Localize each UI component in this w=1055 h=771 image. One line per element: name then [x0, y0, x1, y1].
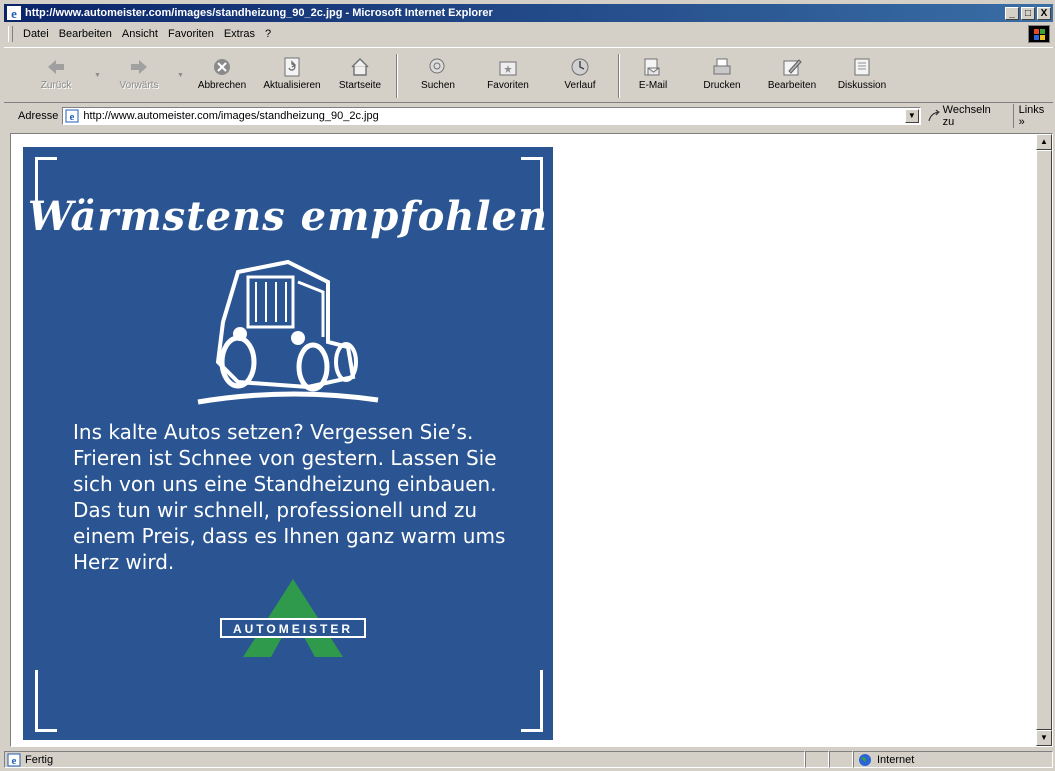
- history-button[interactable]: Verlauf: [550, 52, 610, 100]
- discussion-icon: [854, 58, 870, 76]
- edit-icon: [783, 59, 802, 76]
- minimize-button[interactable]: _: [1005, 6, 1019, 20]
- ad-image: Wärmstens empfohlen Ins kalte Autos setz…: [23, 147, 553, 740]
- corner-bracket: [35, 670, 38, 732]
- toolbar-separator: [396, 54, 398, 98]
- zone-text: Internet: [877, 753, 915, 766]
- forward-dropdown-icon[interactable]: ▼: [177, 72, 184, 79]
- page-icon: e: [65, 109, 79, 123]
- close-button[interactable]: X: [1037, 6, 1051, 20]
- search-icon: [429, 58, 445, 74]
- search-button[interactable]: Suchen: [408, 52, 468, 100]
- page-done-icon: e: [7, 753, 21, 767]
- ad-headline: Wärmstens empfohlen: [27, 193, 549, 240]
- menu-grip[interactable]: [8, 26, 13, 42]
- menu-ansicht[interactable]: Ansicht: [118, 28, 164, 40]
- menu-help[interactable]: ?: [261, 28, 277, 40]
- vintage-car-illustration: [197, 259, 379, 405]
- globe-icon: [859, 753, 871, 766]
- stop-icon: [214, 59, 230, 75]
- home-button[interactable]: Startseite: [334, 52, 386, 100]
- mail-button[interactable]: E-Mail: [626, 52, 680, 100]
- maximize-button[interactable]: □: [1021, 6, 1035, 20]
- print-button[interactable]: Drucken: [694, 52, 750, 100]
- toolbar: Zurück ▼ Vorwärts ▼ Abbrechen Aktualisie…: [4, 47, 1053, 103]
- address-label: Adresse: [18, 110, 59, 122]
- links-button[interactable]: Links »: [1012, 104, 1053, 128]
- windows-logo: [1028, 25, 1050, 43]
- browser-window: e http://www.automeister.com/images/stan…: [0, 0, 1055, 771]
- automeister-logo: AUTOMEISTER: [220, 579, 366, 657]
- svg-text:e: e: [12, 755, 17, 767]
- address-dropdown-icon[interactable]: ▼: [904, 109, 919, 123]
- corner-bracket: [35, 729, 57, 732]
- logo-text: AUTOMEISTER: [233, 622, 353, 636]
- ie-icon: e: [7, 6, 21, 20]
- window-title: http://www.automeister.com/images/standh…: [25, 7, 493, 19]
- history-icon: [571, 58, 589, 76]
- address-bar: Adresse e http://www.automeister.com/ima…: [4, 104, 1053, 128]
- vertical-scrollbar[interactable]: ▲ ▼: [1036, 134, 1052, 746]
- title-bar[interactable]: e http://www.automeister.com/images/stan…: [4, 4, 1053, 22]
- security-zone: Internet: [853, 751, 1053, 768]
- page-viewport[interactable]: Wärmstens empfohlen Ins kalte Autos setz…: [10, 133, 1053, 747]
- address-url: http://www.automeister.com/images/standh…: [83, 110, 379, 122]
- forward-button[interactable]: Vorwärts: [111, 52, 167, 100]
- menu-bearbeiten[interactable]: Bearbeiten: [55, 28, 118, 40]
- scroll-thumb[interactable]: [1036, 150, 1052, 730]
- menu-datei[interactable]: Datei: [19, 28, 55, 40]
- corner-bracket: [540, 670, 543, 732]
- status-pane: [829, 751, 853, 768]
- menu-bar: Datei Bearbeiten Ansicht Favoriten Extra…: [4, 24, 1053, 44]
- discuss-button[interactable]: Diskussion: [830, 52, 894, 100]
- corner-bracket: [35, 157, 57, 160]
- menu-extras[interactable]: Extras: [220, 28, 261, 40]
- back-dropdown-icon[interactable]: ▼: [94, 72, 101, 79]
- status-main: e Fertig: [4, 751, 805, 768]
- scroll-up-icon[interactable]: ▲: [1036, 134, 1052, 150]
- mail-icon: [644, 58, 660, 76]
- menu-favoriten[interactable]: Favoriten: [164, 28, 220, 40]
- home-icon: [351, 58, 369, 76]
- print-icon: [713, 58, 731, 75]
- toolbar-separator: [618, 54, 620, 98]
- refresh-button[interactable]: Aktualisieren: [256, 52, 328, 100]
- ad-body-text: Ins kalte Autos setzen? Vergessen Sie’s.…: [73, 420, 506, 574]
- favorites-button[interactable]: Favoriten: [478, 52, 538, 100]
- status-pane: [805, 751, 829, 768]
- status-bar: e Fertig Internet: [4, 750, 1053, 769]
- svg-text:e: e: [11, 6, 17, 20]
- favorites-icon: [499, 61, 517, 76]
- edit-button[interactable]: Bearbeiten: [760, 52, 824, 100]
- refresh-icon: [284, 57, 300, 77]
- go-button[interactable]: Wechseln zu: [927, 104, 1005, 128]
- back-arrow-icon: [48, 60, 64, 74]
- back-button[interactable]: Zurück: [32, 52, 80, 100]
- status-text: Fertig: [25, 753, 54, 766]
- address-input[interactable]: e http://www.automeister.com/images/stan…: [62, 107, 921, 125]
- go-arrow-icon: [928, 109, 940, 122]
- scroll-down-icon[interactable]: ▼: [1036, 730, 1052, 746]
- svg-text:e: e: [70, 111, 75, 123]
- stop-button[interactable]: Abbrechen: [192, 52, 252, 100]
- forward-arrow-icon: [131, 60, 147, 74]
